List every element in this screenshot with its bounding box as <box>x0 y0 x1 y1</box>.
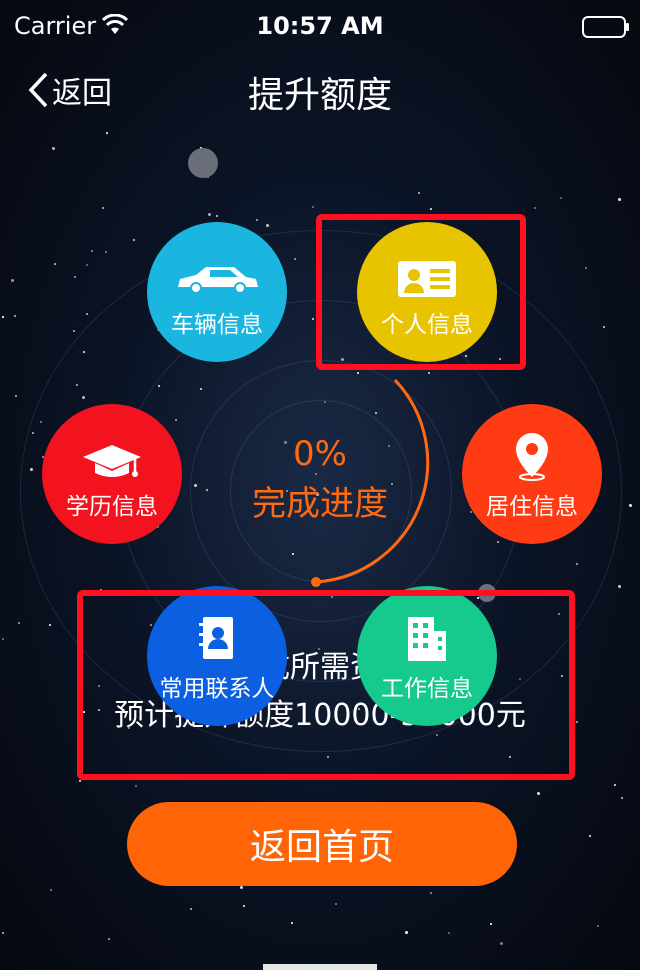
vehicle-info-label: 车辆信息 <box>171 312 263 338</box>
education-info-button[interactable]: 学历信息 <box>42 404 182 544</box>
highlight-box <box>316 214 526 370</box>
page-title: 提升额度 <box>247 75 392 116</box>
status-time: 10:57 AM <box>256 12 384 40</box>
graduation-cap-icon <box>83 445 141 477</box>
return-home-button[interactable]: 返回首页 <box>127 802 517 886</box>
app-screen: Carrier 10:57 AM 返回 提升额度 0% 完成进度 完成所需资料 … <box>0 0 640 970</box>
navigation-bar: 返回 提升额度 <box>0 56 640 126</box>
car-icon <box>178 267 258 294</box>
vehicle-info-button[interactable]: 车辆信息 <box>147 222 287 362</box>
status-bar: Carrier 10:57 AM <box>0 0 640 52</box>
highlight-box <box>77 590 575 780</box>
residence-info-button[interactable]: 居住信息 <box>462 404 602 544</box>
battery-icon <box>582 16 629 38</box>
residence-info-label: 居住信息 <box>486 494 578 520</box>
location-pin-icon <box>516 433 548 481</box>
education-info-label: 学历信息 <box>66 494 158 520</box>
bottom-edge-bar <box>263 964 377 970</box>
